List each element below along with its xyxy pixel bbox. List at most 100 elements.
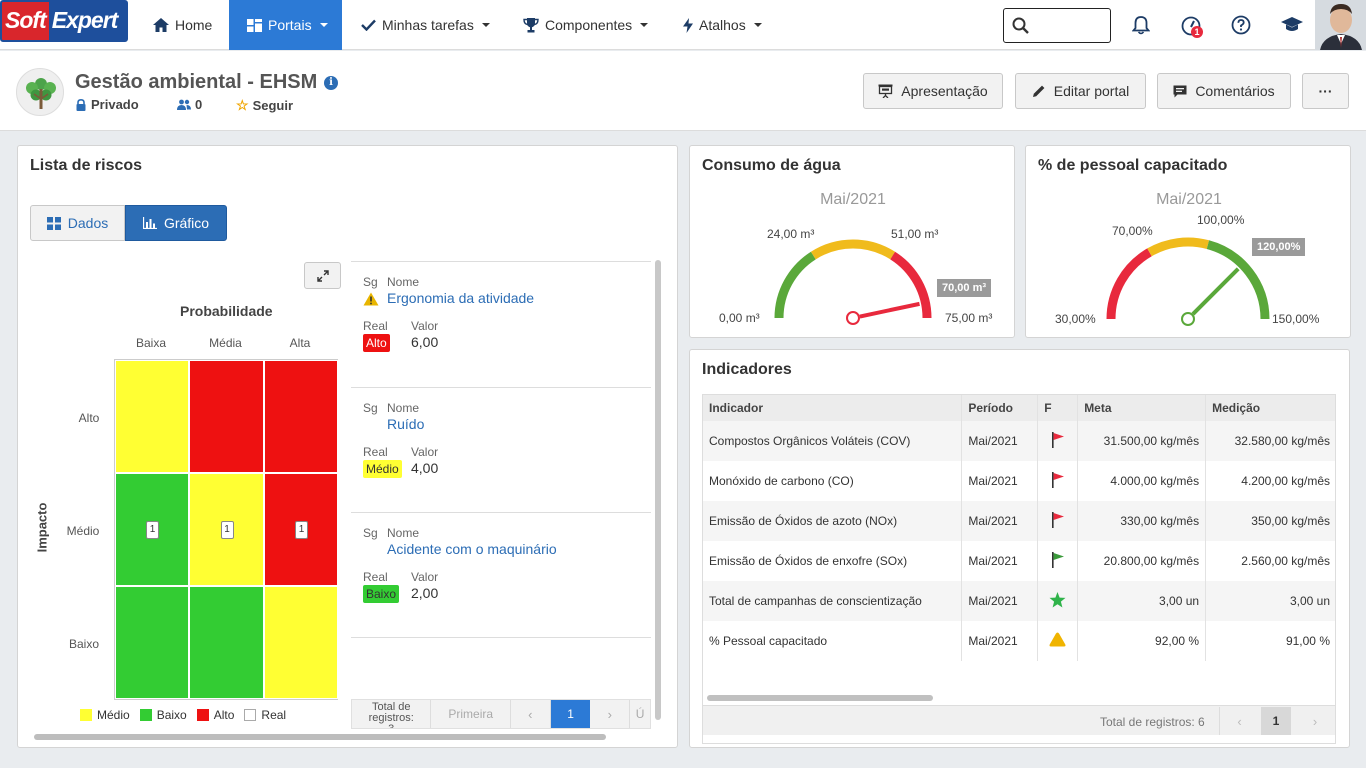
user-avatar[interactable]: [1315, 0, 1366, 50]
matrix-cell[interactable]: 1: [264, 473, 338, 586]
matrix-cell[interactable]: [115, 360, 189, 473]
risk-pager: Total de registros:3 Primeira ‹ 1 › Ú: [351, 699, 651, 729]
table-row[interactable]: Emissão de Óxidos de enxofre (SOx) Mai/20…: [703, 541, 1335, 581]
edit-portal-button[interactable]: Editar portal: [1015, 73, 1146, 109]
more-options-button[interactable]: ···: [1302, 73, 1349, 109]
members-count[interactable]: 0: [177, 97, 202, 112]
warning-icon: [363, 292, 379, 306]
tab-grafico[interactable]: Gráfico: [125, 205, 227, 241]
pager-prev-icon[interactable]: ‹: [511, 700, 551, 728]
red-flag-icon: [1037, 421, 1079, 461]
table-row[interactable]: Total de campanhas de conscientização Mai…: [703, 581, 1335, 621]
indicator-period: Mai/2021: [961, 621, 1039, 661]
bell-icon[interactable]: [1130, 14, 1152, 36]
graduation-cap-icon[interactable]: [1280, 14, 1304, 36]
nav-atalhos[interactable]: Atalhos: [683, 0, 762, 50]
help-icon[interactable]: [1230, 14, 1252, 36]
col-header-periodo[interactable]: Período: [961, 395, 1039, 421]
matrix-cell[interactable]: [115, 586, 189, 699]
star-outline-icon: ☆: [236, 97, 249, 113]
risk-name-link[interactable]: Acidente com o maquinário: [387, 541, 557, 557]
risk-list-panel: Lista de riscos Dados Gráfico Probabilid…: [17, 145, 678, 748]
legend-swatch: [244, 709, 257, 721]
matrix-y-title: Impacto: [34, 502, 50, 553]
pager-page[interactable]: 1: [550, 700, 591, 728]
indicator-name: % Pessoal capacitado: [703, 621, 963, 661]
chevron-down-icon: [319, 23, 328, 27]
gauge-t1-label: 24,00 m³: [767, 227, 815, 241]
indicator-measurement: 3,00 un: [1205, 581, 1335, 621]
indicator-period: Mai/2021: [961, 501, 1039, 541]
matrix-cell[interactable]: [189, 360, 264, 473]
gauge-band: [1106, 248, 1152, 320]
ellipsis-icon: ···: [1318, 83, 1333, 99]
table-row[interactable]: Compostos Orgânicos Voláteis (COV) Mai/20…: [703, 421, 1335, 461]
risk-name-link[interactable]: Ergonomia da atividade: [387, 290, 534, 306]
col-header-f[interactable]: F: [1037, 395, 1079, 421]
matrix-cell[interactable]: [264, 360, 338, 473]
nav-home[interactable]: Home: [153, 0, 212, 50]
indicator-name: Total de campanhas de conscientização: [703, 581, 963, 621]
risk-value: 2,00: [411, 585, 439, 601]
chevron-down-icon: [481, 23, 490, 27]
indicators-table: Indicador Período F Meta Medição Compost…: [703, 395, 1335, 661]
risk-name-link[interactable]: Ruído: [387, 416, 424, 432]
matrix-cell[interactable]: [189, 586, 264, 699]
y-label: Alto: [78, 411, 100, 425]
list-item[interactable]: Sg Nome Ergonomia da atividade Real Valo…: [351, 262, 651, 388]
privacy-status: Privado: [76, 97, 139, 112]
expand-button[interactable]: [304, 262, 341, 289]
indicator-measurement: 2.560,00 kg/mês: [1205, 541, 1335, 581]
chevron-down-icon: [753, 23, 762, 27]
list-scrollbar[interactable]: [655, 260, 661, 720]
softexpert-logo[interactable]: Soft Expert: [0, 0, 128, 42]
gauge-notification-icon[interactable]: 1: [1178, 13, 1204, 39]
horizontal-scrollbar[interactable]: [34, 734, 606, 740]
nav-portais[interactable]: Portais: [229, 0, 342, 50]
bar-chart-icon: [142, 217, 157, 229]
gauge-band: [1147, 237, 1210, 257]
col-header-medicao[interactable]: Medição: [1205, 395, 1335, 421]
info-icon[interactable]: i: [324, 76, 338, 90]
trophy-icon: [523, 17, 539, 32]
grid-icon: [247, 18, 262, 32]
comments-button[interactable]: Comentários: [1157, 73, 1291, 109]
pager-next-icon[interactable]: ›: [590, 700, 631, 728]
y-label: Médio: [66, 524, 100, 538]
col-header-meta[interactable]: Meta: [1077, 395, 1207, 421]
list-item[interactable]: Sg Nome Acidente com o maquinário Real V…: [351, 513, 651, 638]
col-header-indicador[interactable]: Indicador: [703, 395, 963, 421]
horizontal-scrollbar[interactable]: [707, 695, 933, 701]
search-input[interactable]: [1003, 8, 1111, 43]
risk-list-title: Lista de riscos: [30, 157, 143, 174]
matrix-count-badge[interactable]: 1: [295, 520, 308, 539]
pager-total: Total de registros:3: [352, 700, 432, 728]
matrix-cell[interactable]: [264, 586, 338, 699]
presentation-button[interactable]: Apresentação: [863, 73, 1003, 109]
trained-staff-panel: % de pessoal capacitado Mai/2021 30,00% …: [1025, 145, 1351, 338]
indicator-measurement: 91,00 %: [1205, 621, 1335, 661]
tab-dados[interactable]: Dados: [30, 205, 125, 241]
pager-prev-icon[interactable]: ‹: [1219, 707, 1259, 735]
matrix-cell[interactable]: 1: [189, 473, 264, 586]
pager-page[interactable]: 1: [1261, 707, 1291, 735]
table-row[interactable]: Emissão de Óxidos de azoto (NOx) Mai/2021…: [703, 501, 1335, 541]
pager-first-button[interactable]: Primeira: [431, 700, 511, 728]
gauge-band: [774, 251, 816, 319]
pager-last-button[interactable]: Ú: [630, 700, 650, 728]
list-item[interactable]: Sg Nome Ruído Real Valor Médio 4,00: [351, 388, 651, 513]
table-row[interactable]: % Pessoal capacitado Mai/2021 92,00 % 91,00…: [703, 621, 1335, 661]
matrix-x-title: Probabilidade: [180, 303, 273, 319]
matrix-legend: Médio Baixo Alto Real: [80, 708, 286, 722]
nav-componentes[interactable]: Componentes: [523, 0, 649, 50]
matrix-count-badge[interactable]: 1: [146, 520, 159, 539]
notification-badge: 1: [1191, 26, 1203, 38]
risk-value: 4,00: [411, 460, 439, 476]
follow-button[interactable]: ☆ Seguir: [236, 97, 293, 114]
table-row[interactable]: Monóxido de carbono (CO) Mai/2021 4.000,00…: [703, 461, 1335, 501]
matrix-cell[interactable]: 1: [115, 473, 189, 586]
matrix-count-badge[interactable]: 1: [220, 520, 234, 539]
pager-next-icon[interactable]: ›: [1295, 707, 1335, 735]
risk-items-list: Sg Nome Ergonomia da atividade Real Valo…: [351, 261, 651, 638]
nav-minhas-tarefas[interactable]: Minhas tarefas: [361, 0, 490, 50]
